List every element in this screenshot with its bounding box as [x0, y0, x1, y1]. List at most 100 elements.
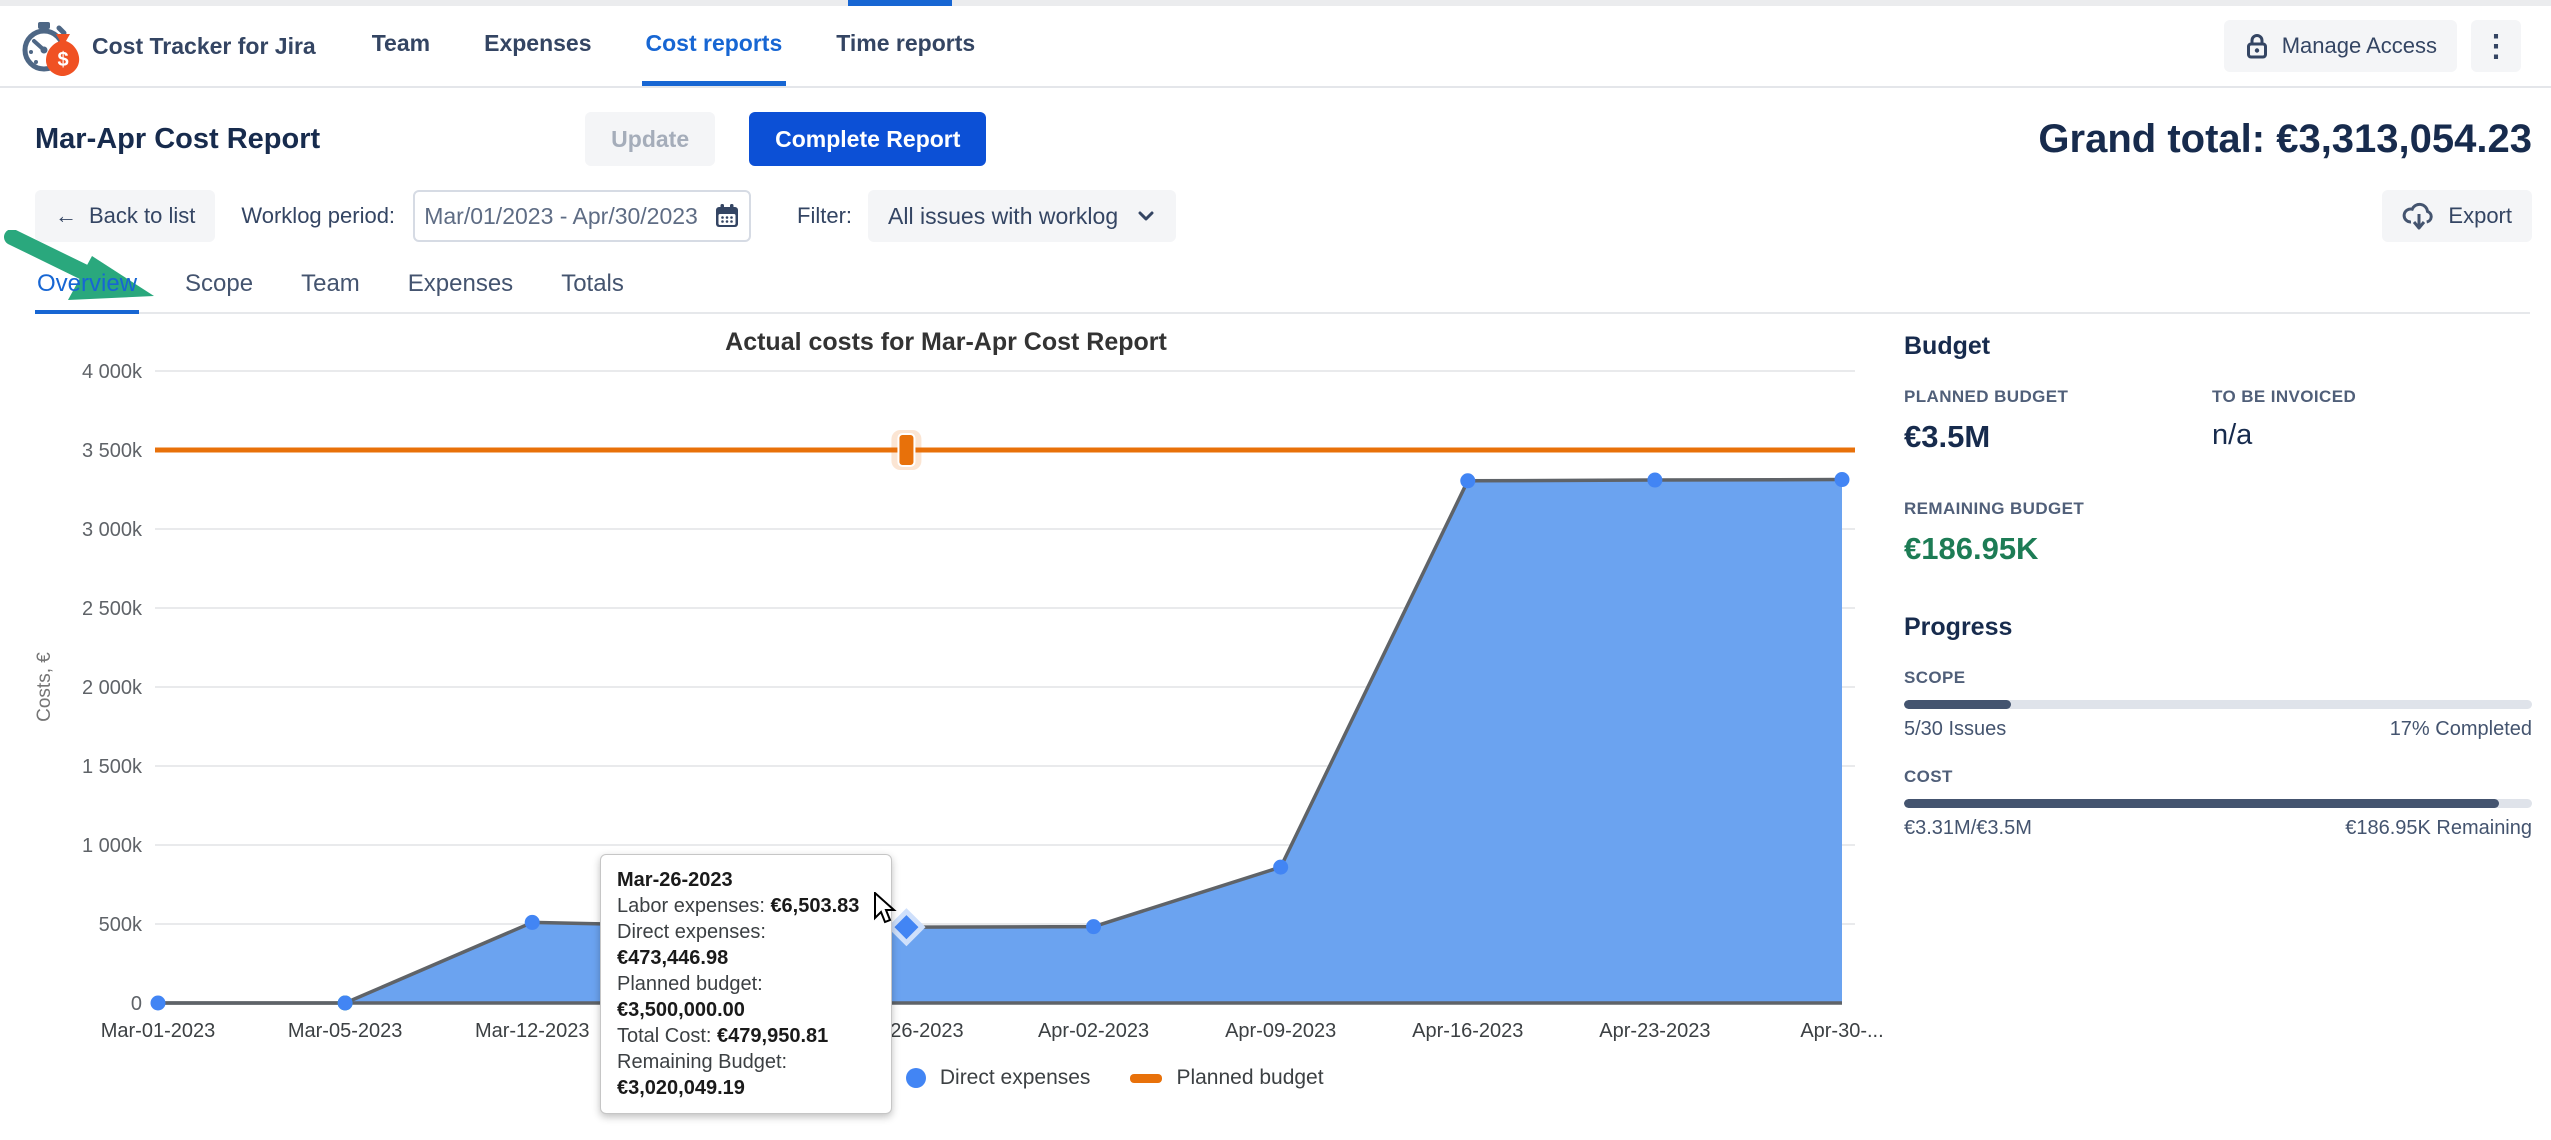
x-tick-label: Mar-01-2023: [101, 1020, 216, 1042]
tab-overview[interactable]: Overview: [35, 262, 139, 314]
to-be-invoiced-value: n/a: [2212, 419, 2356, 452]
svg-text:$: $: [57, 49, 68, 71]
planned-budget-handle[interactable]: [898, 434, 914, 466]
chart-title: Actual costs for Mar-Apr Cost Report: [725, 328, 1167, 356]
tab-totals[interactable]: Totals: [559, 262, 626, 314]
direct-expenses-point[interactable]: [525, 915, 540, 930]
issues-filter-value: All issues with worklog: [888, 203, 1118, 230]
y-tick-label: 2 500k: [82, 598, 143, 620]
worklog-period-label: Worklog period:: [241, 203, 395, 229]
cost-label: COST: [1904, 767, 2532, 787]
costs-chart[interactable]: Actual costs for Mar-Apr Cost Report 4 00…: [0, 310, 1900, 1080]
filter-row: ← Back to list Worklog period: Mar/01/20…: [35, 190, 2532, 242]
direct-expenses-point[interactable]: [151, 996, 166, 1011]
app-logo-icon: $: [18, 14, 82, 78]
scope-issues-text: 5/30 Issues: [1904, 718, 2006, 741]
grand-total: Grand total: €3,313,054.23: [2038, 117, 2532, 162]
x-tick-label: Apr-02-2023: [1038, 1020, 1149, 1042]
remaining-budget-label: REMAINING BUDGET: [1904, 499, 2532, 519]
remaining-budget-stat: REMAINING BUDGET €186.95K: [1904, 499, 2532, 567]
x-tick-label: Apr-30-...: [1800, 1020, 1883, 1042]
y-tick-label: 2 000k: [82, 677, 143, 699]
scope-progress-fill: [1904, 700, 2011, 709]
back-to-list-button[interactable]: ← Back to list: [35, 190, 215, 242]
direct-expenses-point[interactable]: [1273, 860, 1288, 875]
y-tick-label: 0: [131, 993, 142, 1015]
x-tick-label: Mar-12-2023: [475, 1020, 590, 1042]
tooltip-row: Direct expenses: €473,446.98: [617, 919, 875, 971]
manage-access-label: Manage Access: [2282, 33, 2437, 59]
remaining-budget-value: €186.95K: [1904, 531, 2532, 567]
back-to-list-label: Back to list: [89, 203, 195, 229]
nav-item-team[interactable]: Team: [368, 6, 434, 86]
costs-chart-svg: Actual costs for Mar-Apr Cost Report 4 00…: [0, 310, 1900, 1080]
scope-progress: SCOPE 5/30 Issues 17% Completed: [1904, 668, 2532, 741]
main-nav: Team Expenses Cost reports Time reports: [368, 6, 1025, 86]
tab-scope[interactable]: Scope: [183, 262, 255, 314]
scope-completed-text: 17% Completed: [2390, 718, 2532, 741]
page-title: Mar-Apr Cost Report: [35, 123, 320, 156]
direct-expenses-point[interactable]: [1460, 473, 1475, 488]
chart-legend: Labor expenses Direct expenses Planned b…: [158, 1066, 1848, 1090]
planned-budget-label: PLANNED BUDGET: [1904, 387, 2068, 407]
tab-expenses[interactable]: Expenses: [406, 262, 515, 314]
export-button[interactable]: Export: [2382, 190, 2532, 242]
y-tick-label: 4 000k: [82, 361, 143, 383]
nav-item-time-reports[interactable]: Time reports: [832, 6, 979, 86]
report-tabs: Overview Scope Team Expenses Totals: [35, 262, 2530, 314]
to-be-invoiced-label: TO BE INVOICED: [2212, 387, 2356, 407]
cost-progress: COST €3.31M/€3.5M €186.95K Remaining: [1904, 767, 2532, 840]
scope-progress-bar: [1904, 700, 2532, 709]
y-tick-label: 1 500k: [82, 756, 143, 778]
tooltip-date: Mar-26-2023: [617, 867, 875, 893]
chart-tooltip: Mar-26-2023 Labor expenses: €6,503.83 Di…: [600, 854, 892, 1114]
tooltip-row: Total Cost: €479,950.81: [617, 1023, 875, 1049]
legend-item-planned[interactable]: Planned budget: [1130, 1066, 1323, 1090]
x-tick-label: Apr-16-2023: [1412, 1020, 1523, 1042]
x-tick-label: Mar-05-2023: [288, 1020, 403, 1042]
direct-expenses-point[interactable]: [1647, 473, 1662, 488]
chevron-down-icon: [1136, 209, 1156, 223]
nav-item-expenses[interactable]: Expenses: [480, 6, 595, 86]
tab-team[interactable]: Team: [299, 262, 362, 314]
title-row: Mar-Apr Cost Report Update Complete Repo…: [35, 112, 2532, 166]
tooltip-row: Remaining Budget: €3,020,049.19: [617, 1049, 875, 1101]
y-tick-label: 1 000k: [82, 835, 143, 857]
manage-access-button[interactable]: Manage Access: [2224, 20, 2457, 72]
direct-series-dot-icon: [906, 1068, 926, 1088]
cost-tracker-app: $ Cost Tracker for Jira Team Expenses Co…: [0, 0, 2551, 1140]
nav-item-cost-reports[interactable]: Cost reports: [642, 6, 787, 86]
direct-expenses-point[interactable]: [1086, 919, 1101, 934]
calendar-icon[interactable]: [714, 203, 740, 229]
cost-progress-fill: [1904, 799, 2499, 808]
worklog-period-input[interactable]: Mar/01/2023 - Apr/30/2023: [413, 190, 751, 242]
budget-grid: PLANNED BUDGET €3.5M TO BE INVOICED n/a: [1904, 387, 2532, 473]
filter-label: Filter:: [797, 203, 852, 229]
legend-item-direct[interactable]: Direct expenses: [906, 1066, 1091, 1090]
legend-direct-label: Direct expenses: [940, 1066, 1091, 1090]
tooltip-row: Labor expenses: €6,503.83: [617, 893, 875, 919]
tooltip-row: Planned budget: €3,500,000.00: [617, 971, 875, 1023]
lock-icon: [2244, 32, 2270, 60]
y-tick-label: 3 000k: [82, 519, 143, 541]
planned-budget-value: €3.5M: [1904, 419, 2068, 455]
cost-progress-bar: [1904, 799, 2532, 808]
scope-label: SCOPE: [1904, 668, 2532, 688]
to-be-invoiced-stat: TO BE INVOICED n/a: [2212, 387, 2356, 452]
report-sidebar: Budget PLANNED BUDGET €3.5M TO BE INVOIC…: [1904, 332, 2532, 840]
app-header: $ Cost Tracker for Jira Team Expenses Co…: [0, 6, 2551, 88]
complete-report-button[interactable]: Complete Report: [749, 112, 986, 166]
direct-expenses-point[interactable]: [1835, 472, 1850, 487]
legend-planned-label: Planned budget: [1176, 1066, 1323, 1090]
issues-filter-select[interactable]: All issues with worklog: [868, 190, 1176, 242]
x-tick-label: Apr-23-2023: [1599, 1020, 1710, 1042]
progress-heading: Progress: [1904, 613, 2532, 642]
overflow-menu-button[interactable]: ⋮: [2471, 20, 2521, 72]
cost-spent-text: €3.31M/€3.5M: [1904, 817, 2032, 840]
cloud-download-icon: [2402, 201, 2436, 231]
worklog-period-value: Mar/01/2023 - Apr/30/2023: [424, 203, 698, 230]
cost-remaining-text: €186.95K Remaining: [2345, 817, 2532, 840]
update-button[interactable]: Update: [585, 112, 715, 166]
back-arrow-icon: ←: [55, 203, 77, 229]
direct-expenses-point[interactable]: [338, 996, 353, 1011]
